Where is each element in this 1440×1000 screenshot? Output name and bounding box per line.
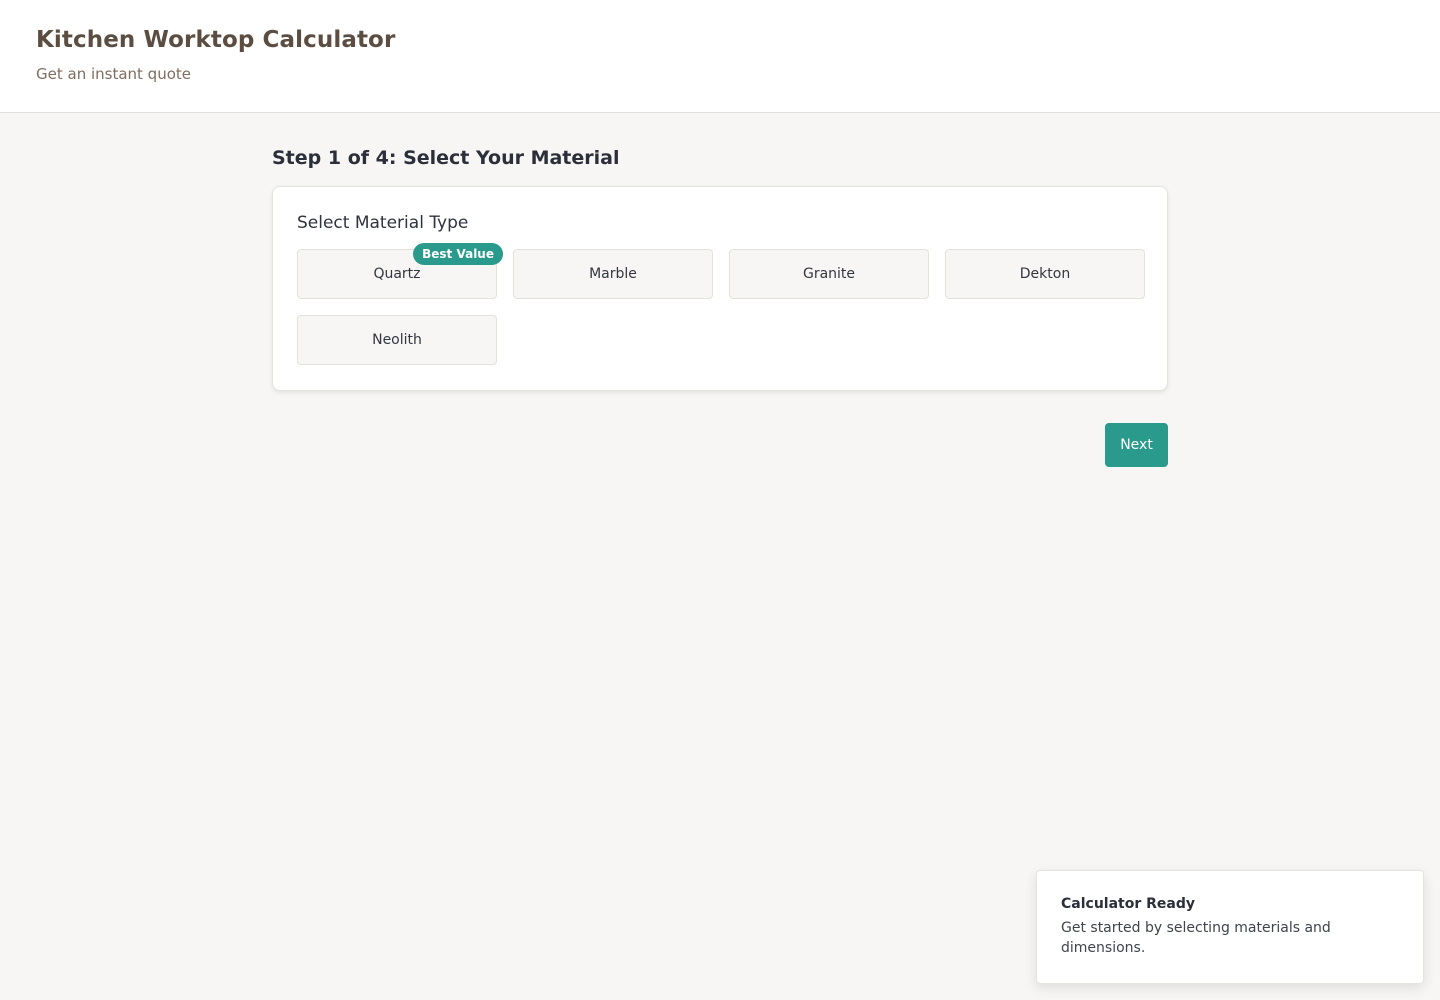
material-option-neolith[interactable]: Neolith xyxy=(297,315,497,365)
best-value-badge: Best Value xyxy=(413,243,503,265)
material-option-dekton[interactable]: Dekton xyxy=(945,249,1145,299)
step-actions: Next xyxy=(272,423,1168,467)
material-option-quartz[interactable]: Quartz Best Value xyxy=(297,243,503,299)
material-option-label: Granite xyxy=(802,266,856,282)
material-grid: Quartz Best Value Marble Granite Dekton … xyxy=(297,243,1145,365)
material-card-title: Select Material Type xyxy=(297,213,469,233)
next-button[interactable]: Next xyxy=(1105,423,1168,467)
app-title: Kitchen Worktop Calculator xyxy=(36,27,396,53)
material-option-label: Marble xyxy=(589,266,637,282)
toast-title: Calculator Ready xyxy=(1061,896,1195,912)
material-card: Select Material Type Quartz Best Value M… xyxy=(272,186,1168,391)
toast-message: Get started by selecting materials and d… xyxy=(1061,920,1331,956)
material-option-label: Neolith xyxy=(372,332,422,348)
material-option-label: Dekton xyxy=(1019,266,1071,282)
material-option-label: Quartz xyxy=(373,266,421,282)
toast-notification: Calculator Ready Get started by selectin… xyxy=(1036,870,1424,984)
material-option-marble[interactable]: Marble xyxy=(513,249,713,299)
material-option-granite[interactable]: Granite xyxy=(729,249,929,299)
main-content: Step 1 of 4: Select Your Material Select… xyxy=(272,113,1168,467)
step-title: Step 1 of 4: Select Your Material xyxy=(272,147,620,169)
app-header: Kitchen Worktop Calculator Get an instan… xyxy=(0,0,1440,113)
app-subtitle: Get an instant quote xyxy=(36,65,192,83)
